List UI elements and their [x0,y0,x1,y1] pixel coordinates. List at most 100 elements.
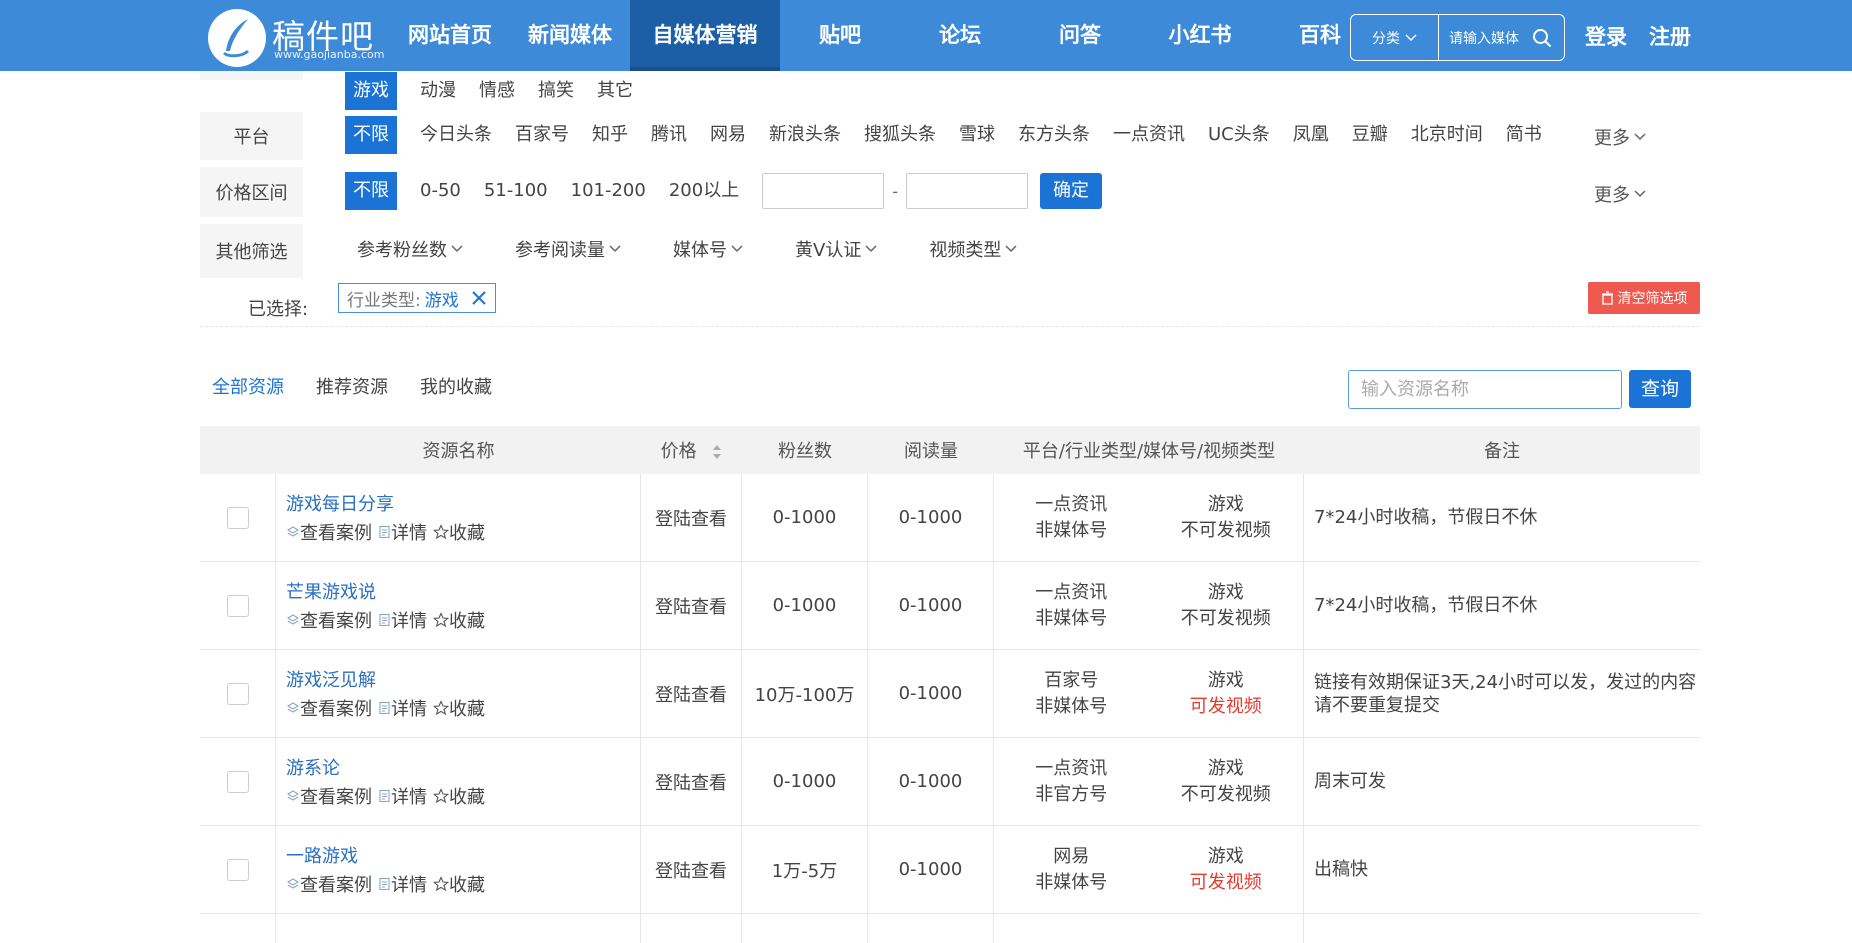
platform-option[interactable]: 凤凰 [1293,116,1329,154]
header-price[interactable]: 价格 [641,437,742,463]
industry-option[interactable]: 搞笑 [538,72,574,110]
favorite-link[interactable]: 收藏 [433,783,485,809]
query-button[interactable]: 查询 [1629,370,1691,408]
detail-link[interactable]: 详情 [378,519,427,545]
platform-option[interactable]: 搜狐头条 [864,116,936,154]
header-platform: 平台/行业类型/媒体号/视频类型 [1022,441,1276,462]
price-confirm-button[interactable]: 确定 [1039,173,1102,209]
resource-name-link[interactable]: 一路游戏 [286,842,358,868]
filter-label-industry-bg [200,71,303,80]
price-option[interactable]: 51-100 [484,172,548,210]
register-link[interactable]: 注册 [1649,21,1691,51]
detail-link[interactable]: 详情 [378,871,427,897]
price-option[interactable]: 200以上 [669,172,739,210]
platform-option[interactable]: 东方头条 [1018,116,1090,154]
nav-home[interactable]: 网站首页 [390,0,510,71]
reads-cell: 0-1000 [868,738,994,825]
nav-qa[interactable]: 问答 [1020,0,1140,71]
view-case-link[interactable]: 查看案例 [286,871,372,897]
nav-tieba[interactable]: 贴吧 [780,0,900,71]
note-cell: 周末可发 [1314,771,1386,792]
platform-option[interactable]: 网易 [710,116,746,154]
media-type: 非官方号 [1035,783,1108,805]
industry-option[interactable]: 情感 [479,72,515,110]
industry-option[interactable]: 动漫 [420,72,456,110]
platform-option[interactable]: 简书 [1506,116,1542,154]
view-case-label: 查看案例 [300,787,372,808]
row-checkbox[interactable] [226,594,249,617]
resource-name-link[interactable]: 游系论 [286,754,340,780]
tab-all-resources[interactable]: 全部资源 [212,373,284,399]
video-type-dropdown[interactable]: 视频类型 [929,236,1017,262]
resource-search-input[interactable]: 输入资源名称 [1348,370,1622,409]
platform-option[interactable]: 今日头条 [420,116,492,154]
platform-option[interactable]: 腾讯 [651,116,687,154]
platform-option[interactable]: 一点资讯 [1113,116,1185,154]
favorite-link[interactable]: 收藏 [433,519,485,545]
platform-option[interactable]: 新浪头条 [769,116,841,154]
platform-more-button[interactable]: 更多 [1594,124,1646,150]
close-icon[interactable] [471,290,487,306]
platform-option[interactable]: 雪球 [959,116,995,154]
note-cell: 7*24小时收稿，节假日不休 [1314,507,1538,528]
verified-dropdown[interactable]: 黄V认证 [795,236,877,262]
fans-dropdown[interactable]: 参考粉丝数 [357,236,463,262]
favorite-link[interactable]: 收藏 [433,695,485,721]
login-link[interactable]: 登录 [1585,21,1627,51]
platform-option[interactable]: 不限 [345,116,397,154]
price-cell: 登陆查看 [641,474,742,561]
row-checkbox[interactable] [226,858,249,881]
price-option[interactable]: 101-200 [571,172,646,210]
platform-option[interactable]: 知乎 [592,116,628,154]
site-logo[interactable]: 稿件吧 www.gaojianba.com [208,6,384,68]
table-row-partial [200,914,1700,943]
row-checkbox[interactable] [226,682,249,705]
detail-link[interactable]: 详情 [378,695,427,721]
search-icon[interactable] [1532,28,1552,48]
search-input[interactable]: 请输入媒体 [1439,28,1532,48]
price-more-button[interactable]: 更多 [1594,181,1646,207]
tab-my-favorites[interactable]: 我的收藏 [420,373,492,399]
price-option[interactable]: 0-50 [420,172,461,210]
view-case-link[interactable]: 查看案例 [286,783,372,809]
header-search: 分类 请输入媒体 [1350,14,1565,61]
industry-option[interactable]: 游戏 [345,72,397,110]
resource-name-link[interactable]: 游戏泛见解 [286,666,376,692]
price-max-input[interactable] [905,173,1028,209]
price-option[interactable]: 不限 [345,172,397,210]
platform-option[interactable]: 北京时间 [1411,116,1483,154]
nav-self-media[interactable]: 自媒体营销 [630,0,780,71]
platform-option[interactable]: 豆瓣 [1352,116,1388,154]
detail-link[interactable]: 详情 [378,607,427,633]
document-icon [379,613,390,627]
nav-xiaohongshu[interactable]: 小红书 [1140,0,1260,71]
row-checkbox[interactable] [226,506,249,529]
nav-forum[interactable]: 论坛 [900,0,1020,71]
media-type-dropdown[interactable]: 媒体号 [673,236,743,262]
resource-name-link[interactable]: 游戏每日分享 [286,490,394,516]
search-category-select[interactable]: 分类 [1351,15,1439,60]
view-case-link[interactable]: 查看案例 [286,695,372,721]
resource-name-link[interactable]: 芒果游戏说 [286,578,376,604]
industry-option[interactable]: 其它 [597,72,633,110]
detail-link[interactable]: 详情 [378,783,427,809]
industry-type: 游戏 [1207,757,1244,779]
header-reads: 阅读量 [904,441,958,462]
favorite-link[interactable]: 收藏 [433,871,485,897]
row-actions: 查看案例 详情 收藏 [286,519,485,545]
favorite-link[interactable]: 收藏 [433,607,485,633]
tab-recommended[interactable]: 推荐资源 [316,373,388,399]
layers-icon [286,614,300,625]
platform-option[interactable]: UC头条 [1208,116,1270,154]
row-checkbox[interactable] [226,770,249,793]
view-case-link[interactable]: 查看案例 [286,519,372,545]
price-min-input[interactable] [762,173,885,209]
clear-filters-button[interactable]: 清空筛选项 [1588,282,1700,314]
reads-dropdown[interactable]: 参考阅读量 [515,236,621,262]
main-nav: 网站首页 新闻媒体 自媒体营销 贴吧 论坛 问答 小红书 百科 [390,0,1380,71]
platform-option[interactable]: 百家号 [515,116,569,154]
chip-key: 行业类型: [347,290,421,311]
view-case-link[interactable]: 查看案例 [286,607,372,633]
nav-news-media[interactable]: 新闻媒体 [510,0,630,71]
chevron-down-icon [1405,33,1417,41]
